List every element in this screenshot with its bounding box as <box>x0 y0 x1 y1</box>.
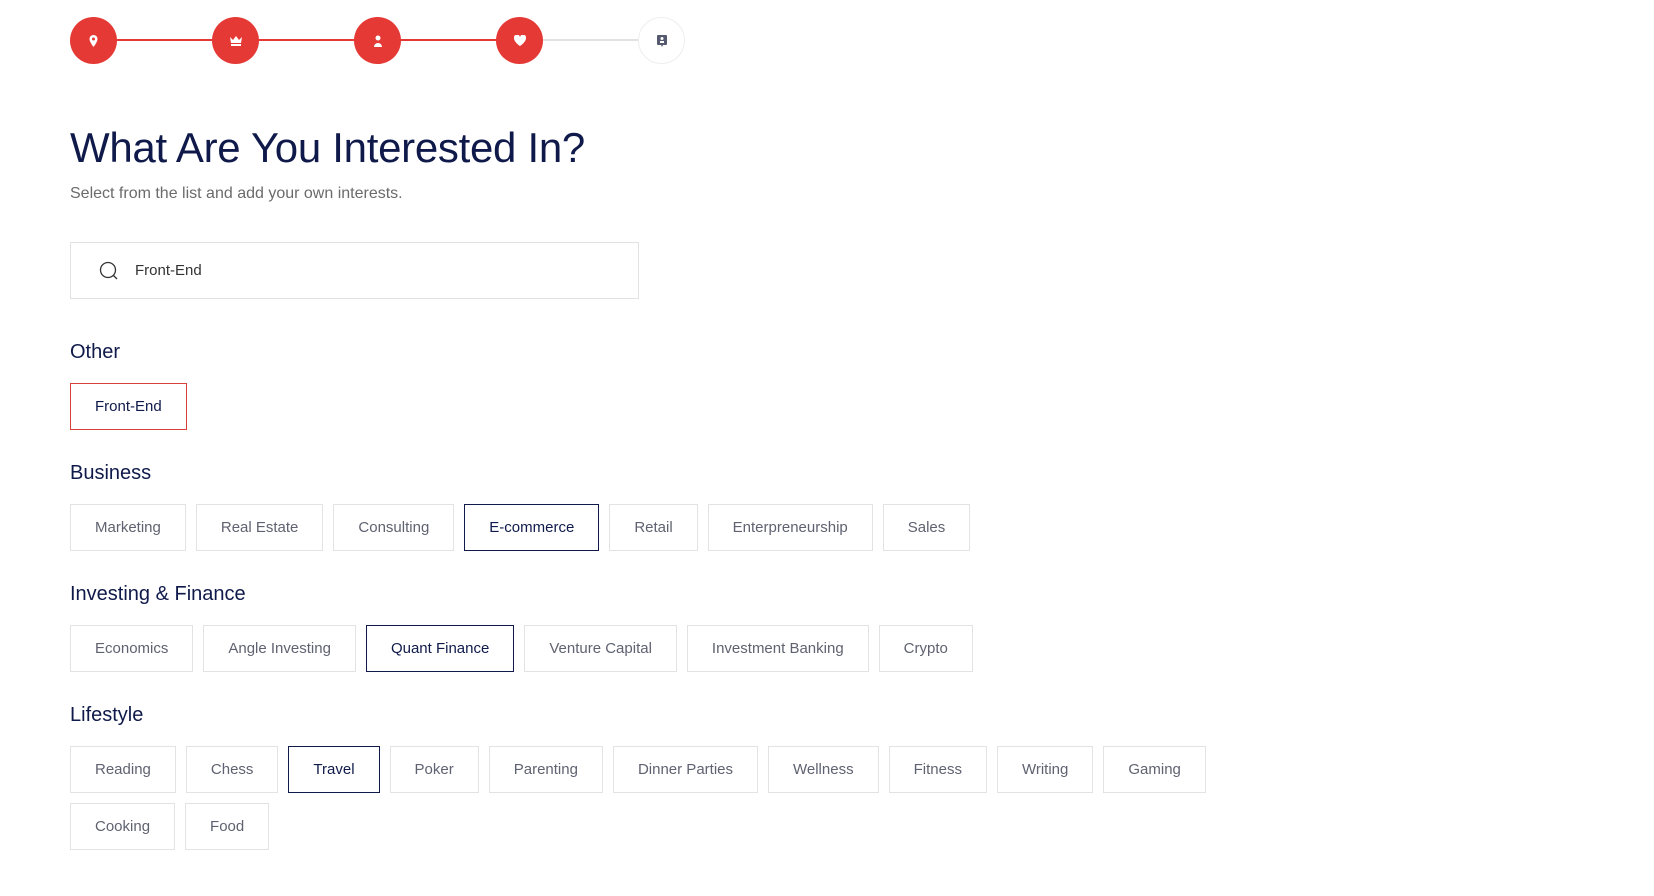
interest-chip[interactable]: Retail <box>609 504 698 551</box>
crown-icon <box>229 36 242 46</box>
interest-chip[interactable]: Gaming <box>1103 746 1206 793</box>
interest-chip[interactable]: Dinner Parties <box>612 746 758 793</box>
step-2[interactable] <box>212 17 259 64</box>
interest-chip[interactable]: Cooking <box>70 803 176 850</box>
interest-chip[interactable]: Marketing <box>70 504 186 551</box>
interest-chip[interactable]: Food <box>185 803 270 850</box>
step-3[interactable] <box>354 17 401 64</box>
step-4[interactable] <box>496 17 543 64</box>
interest-chip[interactable]: Investment Banking <box>686 625 869 672</box>
heart-icon <box>513 35 526 46</box>
interest-chip[interactable]: Angle Investing <box>203 625 356 672</box>
search-field[interactable] <box>70 242 639 299</box>
interest-chip[interactable]: Real Estate <box>195 504 324 551</box>
interest-chip[interactable]: Writing <box>996 746 1094 793</box>
interest-chip[interactable]: Reading <box>70 746 176 793</box>
interest-chip[interactable]: Front-End <box>70 383 187 430</box>
section-lifestyle: Lifestyle Reading Chess Travel Poker Parentin… <box>70 699 1210 850</box>
chip-list: Marketing Real Estate Consulting E-commerce… <box>70 504 1210 551</box>
chip-list: Economics Angle Investing Quant Finance Ven… <box>70 625 1210 672</box>
page-title: What Are You Interested In? <box>70 124 585 171</box>
step-1[interactable] <box>70 17 117 64</box>
interest-chip[interactable]: Enterpreneurship <box>707 504 873 551</box>
chip-list: Front-End <box>70 383 1210 430</box>
search-input[interactable] <box>133 261 577 280</box>
progress-stepper <box>70 17 686 64</box>
section-investing-finance: Investing & Finance Economics Angle Invest… <box>70 578 1210 672</box>
id-badge-icon <box>656 34 667 47</box>
interest-chip[interactable]: Sales <box>882 504 971 551</box>
interest-chip[interactable]: Quant Finance <box>365 625 515 672</box>
interest-chip[interactable]: Venture Capital <box>524 625 677 672</box>
interest-chip[interactable]: Chess <box>185 746 279 793</box>
location-pin-icon <box>89 34 98 47</box>
interest-chip[interactable]: Crypto <box>878 625 973 672</box>
section-title: Other <box>70 341 121 363</box>
section-business: Business Marketing Real Estate Consulting E-… <box>70 457 1210 551</box>
section-title: Lifestyle <box>70 704 144 726</box>
interest-chip[interactable]: E-commerce <box>464 504 600 551</box>
interest-chip[interactable]: Economics <box>70 625 194 672</box>
section-title: Business <box>70 462 152 484</box>
interest-chip[interactable]: Wellness <box>768 746 879 793</box>
step-5[interactable] <box>638 17 685 64</box>
section-title: Investing & Finance <box>70 583 246 605</box>
interest-chip[interactable]: Consulting <box>333 504 455 551</box>
step-connector <box>94 39 520 41</box>
page-subtitle: Select from the list and add your own in… <box>70 185 403 202</box>
interest-chip[interactable]: Travel <box>288 746 380 793</box>
interest-chip[interactable]: Parenting <box>488 746 603 793</box>
chip-list: Reading Chess Travel Poker Parenting Dinner P… <box>70 746 1210 850</box>
interest-chip[interactable]: Fitness <box>888 746 987 793</box>
section-other: Other Front-End <box>70 336 1210 430</box>
search-icon <box>99 261 118 279</box>
interest-chip[interactable]: Poker <box>389 746 479 793</box>
person-icon <box>373 35 382 47</box>
